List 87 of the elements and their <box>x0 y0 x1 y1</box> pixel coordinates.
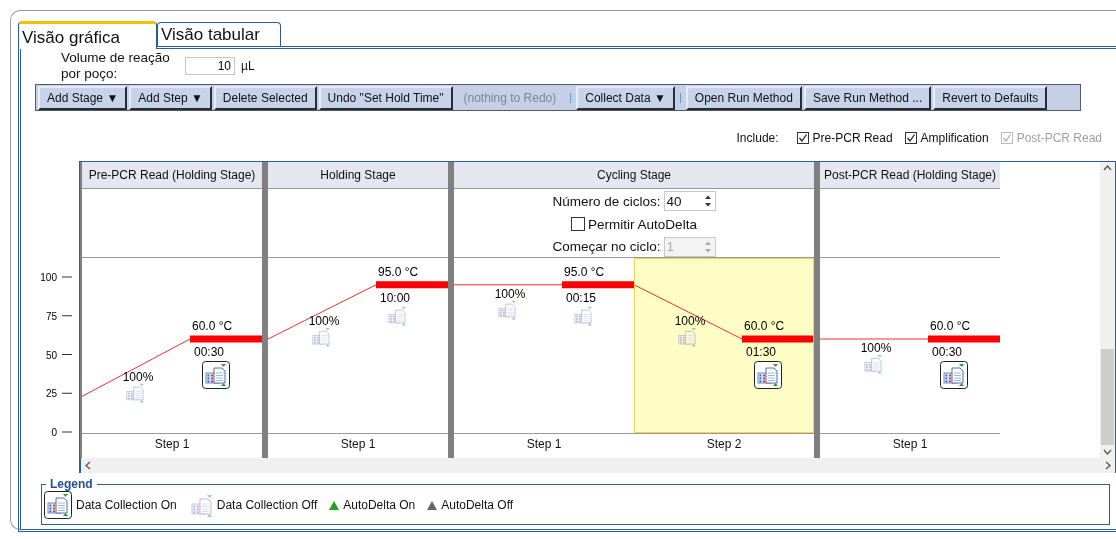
horizontal-scrollbar[interactable] <box>80 458 1115 473</box>
legend-label: Data Collection Off <box>216 498 318 512</box>
toolbar-button[interactable]: Delete Selected <box>213 85 317 110</box>
temperature-label[interactable]: 60.0 °C <box>192 319 233 333</box>
ramp-line[interactable] <box>634 284 743 340</box>
stage-header[interactable]: Cycling Stage <box>454 162 814 189</box>
volume-input[interactable]: 10 <box>185 57 235 75</box>
tab[interactable]: Visão gráfica <box>18 21 157 49</box>
scroll-left-icon[interactable] <box>85 461 91 470</box>
ramp-rate-label[interactable]: 100% <box>860 341 892 355</box>
hold-bar[interactable] <box>562 281 634 289</box>
checkbox-label: Post-PCR Read <box>1016 131 1102 145</box>
checkbox-label: Amplification <box>920 131 989 145</box>
hold-bar[interactable] <box>376 281 448 289</box>
temperature-label[interactable]: 60.0 °C <box>744 319 785 333</box>
tick-mark <box>61 392 73 394</box>
step-label[interactable]: Step 1 <box>82 434 262 456</box>
axis-tick-label: 75 <box>45 310 57 322</box>
hold-time-label[interactable]: 01:30 <box>746 345 777 359</box>
hold-bar[interactable] <box>928 335 1000 343</box>
ramp-rate-label[interactable]: 100% <box>494 286 526 301</box>
plate-document-icon <box>44 491 72 519</box>
hold-time-label[interactable]: 00:15 <box>566 290 597 305</box>
tick-mark <box>61 315 73 317</box>
hold-bar[interactable] <box>742 335 814 343</box>
plate-document-icon <box>191 495 212 517</box>
hold-time-label[interactable]: 10:00 <box>380 290 411 305</box>
legend-label: AutoDelta On <box>343 498 416 512</box>
checkbox[interactable] <box>571 217 586 231</box>
triangle-icon <box>329 500 340 510</box>
step-label[interactable]: Step 2 <box>634 434 814 456</box>
step-label[interactable]: Step 1 <box>454 434 634 456</box>
volume-label: Volume de reação por poço: <box>61 50 171 82</box>
stage-header[interactable]: Post-PCR Read (Holding Stage) <box>820 162 1000 189</box>
temperature-label[interactable]: 60.0 °C <box>930 319 971 333</box>
tick-mark <box>61 354 73 355</box>
cycles-spinner[interactable]: 40 <box>663 191 716 212</box>
hold-time-label[interactable]: 00:30 <box>194 345 225 359</box>
ramp-rate-label[interactable]: 100% <box>122 369 154 384</box>
start-cycle-label: Começar no ciclo: <box>552 239 661 255</box>
hold-bar[interactable] <box>190 335 262 343</box>
toolbar-button[interactable]: Add Step ▼ <box>129 85 212 110</box>
stage-header[interactable]: Pre-PCR Read (Holding Stage) <box>82 162 262 189</box>
ramp-rate-label[interactable]: 100% <box>674 313 706 328</box>
legend-label: Data Collection On <box>76 498 177 512</box>
toolbar-button[interactable]: Collect Data ▼ <box>576 85 675 110</box>
legend-label: AutoDelta Off <box>441 498 514 512</box>
plate-document-icon[interactable] <box>754 361 782 389</box>
scroll-down-icon[interactable] <box>1103 449 1112 455</box>
scroll-up-icon[interactable] <box>1103 165 1112 171</box>
triangle-icon <box>427 500 438 510</box>
tick-mark <box>61 431 73 433</box>
step-label[interactable]: Step 1 <box>820 434 1000 456</box>
checkbox[interactable] <box>796 132 809 144</box>
plate-document-icon[interactable] <box>202 361 230 389</box>
tick-mark <box>61 276 73 278</box>
ramp-rate-label[interactable]: 100% <box>308 313 340 328</box>
ramp-line[interactable] <box>82 338 191 397</box>
scroll-right-icon[interactable] <box>1105 461 1111 470</box>
include-label: Include: <box>736 131 779 145</box>
checkbox[interactable] <box>904 132 917 144</box>
axis-tick-label: 0 <box>51 427 57 438</box>
temperature-label[interactable]: 95.0 °C <box>564 264 605 279</box>
hold-time-label[interactable]: 00:30 <box>932 345 963 359</box>
unit-label: µL <box>241 59 255 73</box>
axis-tick-label: 100 <box>40 272 57 283</box>
toolbar-button[interactable]: Revert to Defaults <box>933 85 1048 110</box>
ramp-line[interactable] <box>268 284 377 340</box>
legend-title: Legend <box>49 477 94 491</box>
axis-tick-label: 25 <box>45 388 57 400</box>
checkbox-label: Pre-PCR Read <box>812 131 893 145</box>
step-label[interactable]: Step 1 <box>268 434 448 456</box>
temperature-label[interactable]: 95.0 °C <box>378 264 419 279</box>
ramp-line[interactable] <box>454 284 563 286</box>
axis-tick-label: 50 <box>45 349 57 361</box>
scrollbar-thumb[interactable] <box>1101 349 1114 445</box>
stage-header[interactable]: Holding Stage <box>268 162 448 189</box>
toolbar-button[interactable]: Undo "Set Hold Time" <box>318 85 453 110</box>
cycles-label: Número de ciclos: <box>552 193 661 209</box>
selected-step-area[interactable]: 60.0 °C 01:30 100% <box>634 258 814 433</box>
tab[interactable]: Visão tabular <box>156 22 281 46</box>
vertical-scrollbar[interactable] <box>1100 162 1115 458</box>
plate-document-icon[interactable] <box>940 361 968 389</box>
checkbox-label: Permitir AutoDelta <box>588 216 697 232</box>
toolbar-button[interactable]: Add Stage ▼ <box>38 85 128 110</box>
toolbar-button[interactable]: Open Run Method <box>685 85 802 110</box>
toolbar-button[interactable]: Save Run Method ... <box>803 85 932 110</box>
